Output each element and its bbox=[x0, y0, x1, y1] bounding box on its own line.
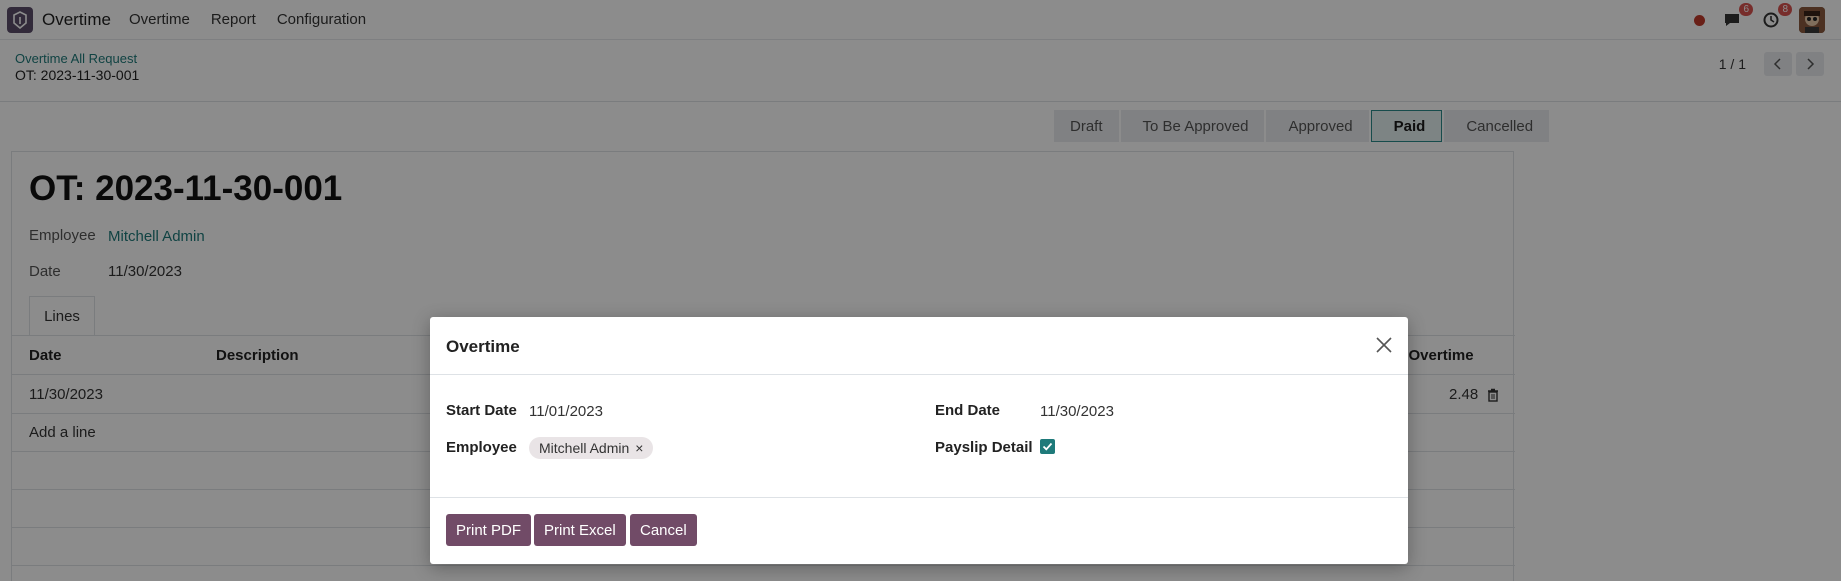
employee-tag-label: Mitchell Admin bbox=[539, 440, 630, 456]
end-date-label: End Date bbox=[935, 402, 1001, 419]
start-date-field[interactable]: 11/01/2023 bbox=[529, 403, 603, 420]
dialog-footer: Print PDF Print Excel Cancel bbox=[430, 497, 1408, 564]
payslip-detail-checkbox[interactable] bbox=[1040, 439, 1055, 454]
tag-remove-icon[interactable]: × bbox=[635, 440, 643, 456]
checkmark-icon bbox=[1042, 442, 1053, 451]
dialog-title: Overtime bbox=[446, 337, 520, 356]
dialog-header: Overtime bbox=[430, 317, 1408, 375]
start-date-label: Start Date bbox=[446, 402, 517, 419]
print-excel-button[interactable]: Print Excel bbox=[534, 514, 626, 546]
close-icon[interactable] bbox=[1374, 335, 1394, 355]
payslip-detail-label: Payslip Detail bbox=[935, 439, 1033, 456]
employee-tag[interactable]: Mitchell Admin × bbox=[529, 437, 654, 459]
overtime-dialog: Overtime Start Date 11/01/2023 End Date … bbox=[430, 317, 1408, 564]
print-pdf-button[interactable]: Print PDF bbox=[446, 514, 532, 546]
end-date-field[interactable]: 11/30/2023 bbox=[1040, 403, 1114, 420]
employee-label: Employee bbox=[446, 439, 517, 456]
cancel-button[interactable]: Cancel bbox=[630, 514, 697, 546]
